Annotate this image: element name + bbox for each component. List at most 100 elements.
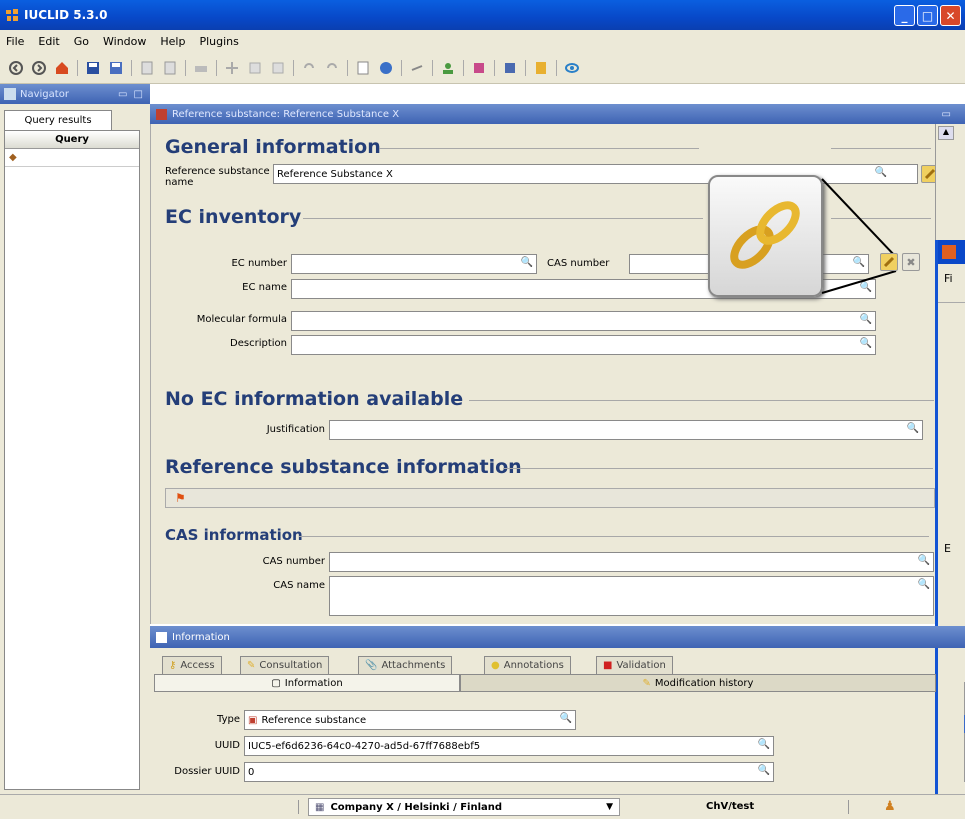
query-list[interactable]: Query ◆ [4,130,140,790]
ec-number-label: EC number [231,258,287,269]
search-icon[interactable]: 🔍 [758,765,770,776]
menu-bar: File Edit Go Window Help Plugins [0,30,965,52]
minimize-view-icon[interactable]: ▭ [942,109,951,120]
toolbar-separator [131,59,132,76]
scroll-up-arrow[interactable]: ▲ [938,126,954,140]
paste-icon[interactable] [270,60,286,76]
tab-label: Access [180,660,215,671]
ec-number-field[interactable]: 🔍 [291,254,537,274]
type-label: Type [217,714,240,725]
tab-query-results[interactable]: Query results [4,110,112,130]
consultation-icon: ✎ [247,660,256,671]
tab-annotations[interactable]: ● Annotations [484,656,571,674]
ref-info-title: Reference substance information [165,456,522,478]
close-button[interactable]: ✕ [940,5,961,26]
search-icon[interactable]: 🔍 [907,423,919,434]
dialog-icon [942,245,956,259]
divider [298,800,299,814]
minimize-button[interactable]: _ [894,5,915,26]
search-icon[interactable]: 🔍 [758,739,770,750]
dossier-uuid-field: 0 🔍 [244,762,774,782]
menu-file[interactable]: File [6,35,24,48]
home-icon[interactable] [54,60,70,76]
maximize-button[interactable]: □ [917,5,938,26]
globe-icon[interactable] [378,60,394,76]
search-icon[interactable]: 🔍 [918,555,930,566]
key-icon: ⚷ [169,660,177,671]
edit-icon[interactable] [139,60,155,76]
unlink-button[interactable]: ✖ [902,253,920,271]
print-icon[interactable] [193,60,209,76]
description-field[interactable]: 🔍 [291,335,876,355]
undo-icon[interactable] [301,60,317,76]
tab-label: Validation [616,660,666,671]
maximize-view-icon[interactable]: □ [133,89,142,100]
navigator-title: Navigator [20,88,69,100]
tab-access[interactable]: ⚷ Access [162,656,222,674]
list-item[interactable]: ◆ [5,149,139,167]
toolbar-separator [556,59,557,76]
redo-icon[interactable] [324,60,340,76]
cas-name-field[interactable]: 🔍 [329,576,934,616]
back-icon[interactable] [8,60,24,76]
no-ec-title: No EC information available [165,388,464,410]
editor-header: Reference substance: Reference Substance… [150,104,965,124]
toolbar-separator [293,59,294,76]
ec-inventory-title: EC inventory [165,206,302,228]
cas-info-title: CAS information [165,526,303,544]
paperclip-icon: 📎 [365,660,378,671]
save-all-icon[interactable] [108,60,124,76]
menu-edit[interactable]: Edit [38,35,59,48]
menu-window[interactable]: Window [103,35,146,48]
dialog-title-bar [938,240,965,264]
tab-information[interactable]: ▢ Information [154,674,460,692]
save-icon[interactable] [85,60,101,76]
ref-name-value: Reference Substance X [277,168,393,180]
justification-field[interactable]: 🔍 [329,420,923,440]
formula-field[interactable]: 🔍 [291,311,876,331]
search-icon[interactable]: 🔍 [918,579,930,590]
search-icon[interactable]: 🔍 [860,314,872,325]
ref-info-bar[interactable]: ⚑ [165,488,935,508]
link-button-ec[interactable] [880,253,898,271]
link-icon[interactable] [409,60,425,76]
export-icon[interactable] [502,60,518,76]
report-icon[interactable] [533,60,549,76]
chart-icon[interactable] [471,60,487,76]
tab-attachments[interactable]: 📎 Attachments [358,656,453,674]
search-icon[interactable]: 🔍 [521,257,533,268]
copy-icon[interactable] [162,60,178,76]
view-icon[interactable] [564,60,580,76]
tab-consultation[interactable]: ✎ Consultation [240,656,330,674]
search-icon[interactable]: 🔍 [560,713,572,724]
add-icon[interactable] [224,60,240,76]
query-column-header[interactable]: Query [5,131,139,149]
callout-lines [821,178,897,294]
divider [303,218,703,219]
forward-icon[interactable] [31,60,47,76]
ec-name-label: EC name [242,282,287,293]
copy-doc-icon[interactable] [247,60,263,76]
general-info-title: General information [165,136,381,158]
reference-substance-icon [156,108,167,120]
reference-substance-icon: ▣ [248,714,258,726]
divider [938,302,965,303]
minimize-view-icon[interactable]: ▭ [118,89,127,100]
cas-number-field-2[interactable]: 🔍 [329,552,934,572]
user-icon[interactable]: ♟ [884,799,896,814]
delete-link-icon: ✖ [906,255,916,269]
toolbar-separator [401,59,402,76]
dialog-text: Fi [944,272,953,285]
validation-icon: ■ [603,660,613,671]
menu-go[interactable]: Go [74,35,89,48]
menu-plugins[interactable]: Plugins [199,35,238,48]
location-select[interactable]: ▦ Company X / Helsinki / Finland ▼ [308,798,620,816]
navigator-icon [4,88,16,100]
menu-help[interactable]: Help [160,35,185,48]
tab-modification-history[interactable]: ✎ Modification history [460,674,936,692]
users-icon[interactable] [440,60,456,76]
document-icon[interactable] [355,60,371,76]
search-icon[interactable]: 🔍 [860,338,872,349]
partial-dialog: Fi E [935,240,965,794]
tab-validation[interactable]: ■ Validation [596,656,673,674]
